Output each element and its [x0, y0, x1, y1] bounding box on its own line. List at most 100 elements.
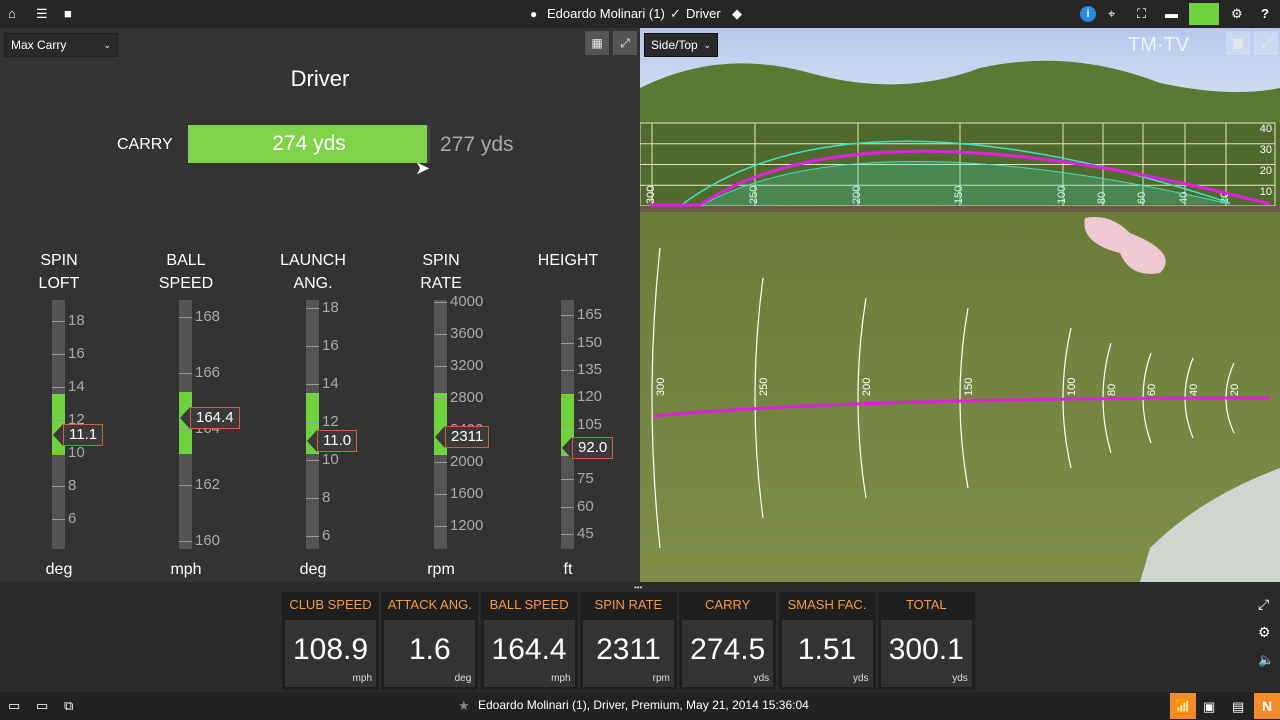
chart-icon[interactable]: 📶 [1170, 693, 1196, 719]
grid-button[interactable]: ▦ [585, 31, 609, 55]
tag-icon[interactable]: ◆ [732, 6, 742, 22]
metric-value: 274.5 [690, 633, 766, 666]
metric-unit: rpm [652, 673, 670, 684]
gauge-tick-label: 16 [68, 345, 85, 363]
panel-left-icon[interactable]: ▭ [8, 698, 20, 714]
gauge-label-line1: LAUNCH [280, 252, 346, 269]
metric-label: ATTACK ANG. [387, 597, 472, 612]
gauge-label-line2: LOFT [38, 275, 80, 292]
gauge-label: LAUNCH ANG. [258, 249, 368, 295]
shot-info: Edoardo Molinari (1), Driver, Premium, M… [478, 698, 809, 712]
metric-unit: yds [753, 673, 770, 684]
info-icon[interactable]: i [1080, 6, 1096, 22]
metric-tile[interactable]: CLUB SPEED 108.9 mph [282, 592, 379, 690]
gauge-tick-label: 12 [322, 412, 339, 430]
panel-bottom-icon[interactable]: ▭ [36, 698, 48, 714]
gauge-tick [52, 387, 65, 389]
gauge-tick-label: 18 [68, 312, 85, 330]
gauge-tick [179, 428, 192, 430]
metric-label: BALL SPEED [489, 597, 569, 612]
gauge-value-marker: 2311 [435, 426, 490, 449]
gauge-label-line1: BALL [166, 252, 206, 269]
metric-tile[interactable]: BALL SPEED 164.4 mph [480, 592, 578, 690]
gauge-value: 164.4 [190, 406, 240, 429]
gauge-tick-label: 2000 [450, 452, 484, 470]
metric-tile[interactable]: CARRY 274.5 yds [679, 592, 777, 690]
gauge-tick [179, 540, 192, 542]
help-icon[interactable]: ? [1261, 6, 1269, 22]
video-comment-icon[interactable]: ▣ [1203, 699, 1215, 715]
video-icon[interactable]: ▬ [1165, 6, 1178, 22]
n-button[interactable]: N [1254, 693, 1280, 719]
metric-value: 1.51 [797, 633, 857, 666]
gauge-tick-label: 14 [322, 374, 339, 392]
resize-handle[interactable]: ••• [634, 583, 642, 592]
folder-icon[interactable]: ■ [64, 6, 72, 22]
distance-label: 100 [1066, 378, 1078, 396]
file-upload-icon[interactable]: ▤ [1232, 699, 1244, 715]
gauge-value-marker: 11.0 [307, 429, 358, 452]
gauge-tick [434, 525, 447, 527]
status-bar: ▭ ▭ ⧉ ★ Edoardo Molinari (1), Driver, Pr… [0, 692, 1280, 720]
club-name[interactable]: Driver [686, 6, 721, 22]
gauge-unit: ft [563, 561, 573, 578]
gauge-label: BALL SPEED [131, 249, 241, 295]
gauge-tick-label: 3600 [450, 324, 484, 342]
expand-button[interactable]: ⤢ [1254, 31, 1278, 55]
gauge-tick-label: 16 [322, 336, 339, 354]
camera-frame-icon[interactable]: ⛶ [1137, 6, 1146, 22]
gauge-tick [561, 479, 574, 481]
gauge-bar: 18 16 14 12 10 8 6 11.1 [52, 300, 104, 549]
target-icon[interactable]: ⌖ [1108, 6, 1115, 22]
gauge-tick-label: 6 [68, 510, 77, 528]
expand-button[interactable]: ⤢ [613, 31, 637, 55]
list-icon[interactable]: ☰ [36, 6, 48, 22]
metric-tile[interactable]: TOTAL 300.1 yds [877, 592, 975, 690]
gauge-tick [434, 493, 447, 495]
view-mode-select[interactable]: Side/Top ⌄ [644, 33, 718, 57]
metric-tile[interactable]: SMASH FAC. 1.51 yds [778, 592, 876, 690]
gear-icon[interactable]: ⚙ [1231, 6, 1243, 22]
gauge-label-line2: ANG. [293, 275, 333, 292]
device-status-icon[interactable] [1189, 3, 1219, 25]
pointer-icon [53, 424, 63, 447]
top-bar: ⌂ ☰ ■ ● Edoardo Molinari (1) ✓ Driver ◆ … [0, 0, 1280, 28]
metric-tile[interactable]: SPIN RATE 2311 rpm [579, 592, 677, 690]
carry-label: CARRY [117, 136, 173, 153]
home-icon[interactable]: ⌂ [8, 6, 16, 22]
metric-label: SMASH FAC. [787, 597, 867, 612]
gauge-tick [434, 397, 447, 399]
height-label: 10 [1260, 186, 1272, 198]
gauge-tick [434, 301, 447, 303]
metric-value: 300.1 [888, 633, 964, 666]
metric-unit: yds [852, 673, 869, 684]
gear-icon[interactable]: ⚙ [1258, 624, 1271, 641]
gauge-tick-label: 1600 [450, 484, 484, 502]
gauge-value: 92.0 [572, 437, 614, 460]
player-name[interactable]: Edoardo Molinari (1) [547, 6, 665, 22]
grid-button[interactable]: ▦ [1226, 31, 1250, 55]
mode-select-value: Max Carry [11, 38, 67, 52]
windows-icon[interactable]: ⧉ [64, 698, 73, 714]
gauge-tick-label: 8 [322, 488, 331, 506]
gauge-tick [179, 484, 192, 486]
carry-bar: 274 yds [188, 125, 430, 163]
metric-tile[interactable]: ATTACK ANG. 1.6 deg [381, 592, 479, 690]
distance-label: 20 [1229, 384, 1241, 396]
gauge-value-marker: 92.0 [562, 437, 614, 460]
gauge-tick-label: 1200 [450, 516, 484, 534]
gauge-tick-label: 14 [68, 378, 85, 396]
distance-label: 150 [963, 378, 975, 396]
star-icon[interactable]: ★ [458, 698, 470, 714]
gauge-tick-label: 3200 [450, 356, 484, 374]
club-icon: ✓ [670, 6, 681, 21]
speaker-icon[interactable]: 🔈 [1258, 652, 1274, 668]
mode-select[interactable]: Max Carry ⌄ [4, 33, 118, 57]
gauge-tick-label: 120 [577, 388, 603, 406]
range-scene: 40302010300 250 200 150 100 80 60 40 20 300 250 20… [640, 28, 1280, 582]
gauge-tick [306, 459, 319, 461]
gauge-tick [306, 497, 319, 499]
gauge-tick [561, 342, 574, 344]
gauge-tick [561, 506, 574, 508]
expand-icon[interactable]: ⤢ [1258, 596, 1269, 613]
